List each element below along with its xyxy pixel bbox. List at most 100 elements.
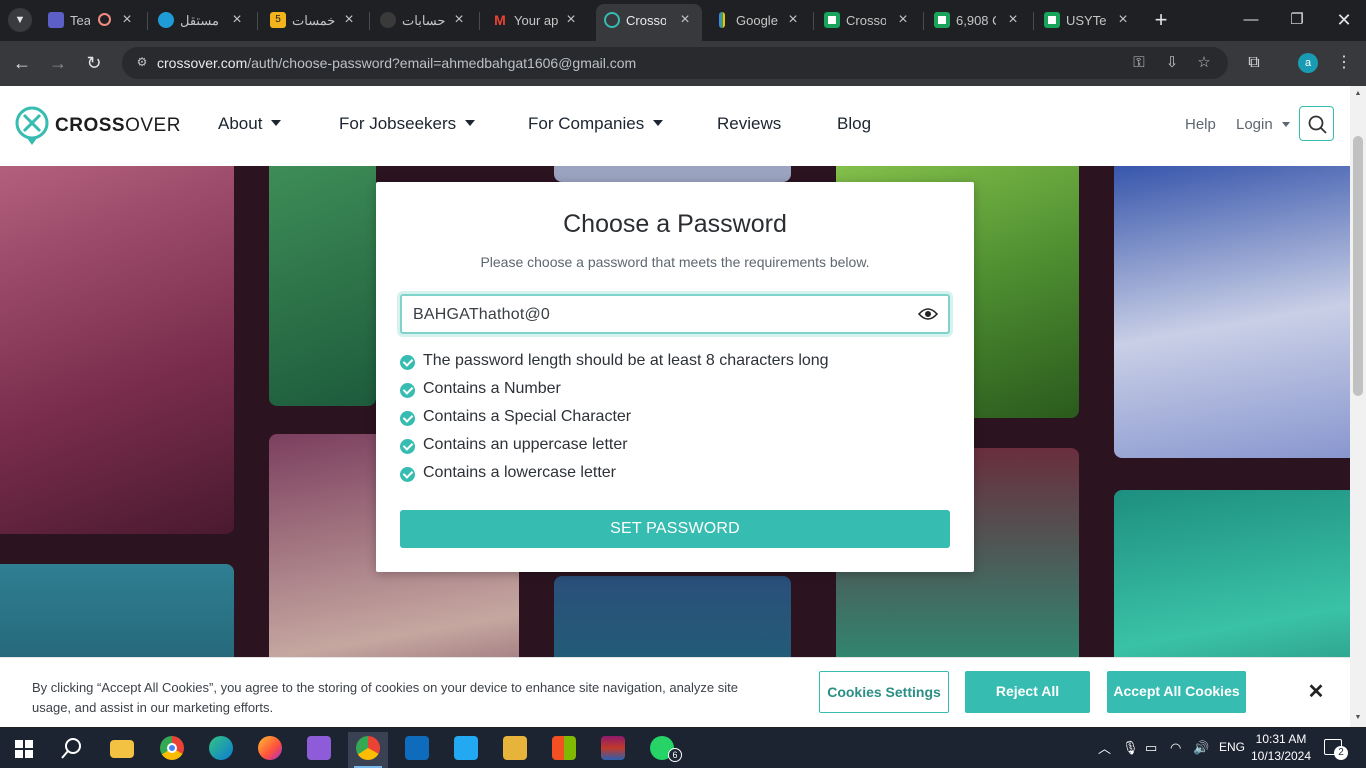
crossover-logo-icon[interactable] (14, 105, 50, 147)
tab-gmail[interactable]: M Your ap × (484, 4, 588, 37)
page-title: Choose a Password (563, 210, 787, 238)
search-icon[interactable] (61, 737, 83, 759)
notification-count: 2 (1334, 746, 1348, 760)
extensions-icon[interactable]: ⧉ (1243, 52, 1265, 74)
nav-about[interactable]: About (218, 114, 282, 134)
close-tab-icon[interactable]: × (1114, 11, 1132, 29)
close-tab-icon[interactable]: × (340, 11, 358, 29)
firefox-icon[interactable] (250, 732, 290, 768)
scroll-down-icon[interactable]: ▼ (1354, 714, 1362, 722)
nav-reviews[interactable]: Reviews (717, 114, 781, 134)
whatsapp-icon[interactable]: 6 (642, 732, 682, 768)
caret-down-icon (465, 120, 476, 126)
scroll-up-icon[interactable]: ▲ (1354, 90, 1362, 98)
close-window-button[interactable]: ✕ (1332, 8, 1356, 32)
show-password-eye-icon[interactable] (918, 306, 938, 322)
wifi-icon[interactable]: ◠ (1170, 740, 1181, 756)
tab-accounts[interactable]: حسابات × (372, 4, 476, 37)
edge-icon[interactable] (201, 732, 241, 768)
close-tab-icon[interactable]: × (450, 11, 468, 29)
volume-icon[interactable]: 🔊 (1193, 740, 1209, 756)
close-tab-icon[interactable]: × (118, 11, 136, 29)
gmail-icon: M (494, 12, 506, 28)
accept-all-cookies-button[interactable]: Accept All Cookies (1107, 671, 1246, 713)
close-tab-icon[interactable]: × (784, 11, 802, 29)
caret-down-icon (653, 120, 664, 126)
check-circle-icon (400, 467, 415, 482)
windows-taskbar: 6 ︿ 🎙 ▭ ◠ 🔊 ENG 10:31 AM 10/13/2024 2 (0, 728, 1366, 768)
address-bar[interactable]: ⚙ crossover.com/auth/choose-password?ema… (122, 47, 1228, 79)
password-input[interactable]: BAHGAThathot@0 (400, 294, 950, 334)
close-tab-icon[interactable]: × (562, 11, 580, 29)
language-indicator[interactable]: ENG (1219, 740, 1245, 754)
tab-mostaql[interactable]: مستقل × (150, 4, 254, 37)
site-info-icon[interactable]: ⚙ (134, 55, 150, 71)
logo-wordmark[interactable]: CROSSOVER (55, 115, 181, 137)
tab-usytec[interactable]: USYTec × (1036, 4, 1140, 37)
browser-tab-strip: ▼ Teams × مستقل × 5 خمسات × حسابات × M Y… (0, 0, 1366, 41)
reload-icon[interactable]: ↻ (82, 51, 106, 75)
windows-start-icon[interactable] (15, 740, 33, 758)
reject-all-button[interactable]: Reject All (965, 671, 1090, 713)
password-value[interactable]: BAHGAThathot@0 (413, 306, 550, 324)
chrome-profile-icon[interactable] (348, 732, 388, 768)
url-text[interactable]: crossover.com/auth/choose-password?email… (157, 55, 636, 71)
help-link[interactable]: Help (1185, 116, 1216, 133)
close-tab-icon[interactable]: × (894, 11, 912, 29)
cookie-consent-banner: By clicking “Accept All Cookies”, you ag… (0, 657, 1350, 727)
password-key-icon[interactable]: ⚿ (1130, 54, 1148, 72)
nav-companies[interactable]: For Companies (528, 114, 664, 134)
visual-studio-icon[interactable] (299, 732, 339, 768)
file-explorer-icon[interactable] (102, 732, 142, 768)
paint-tool-icon[interactable] (495, 732, 535, 768)
nav-blog[interactable]: Blog (837, 114, 871, 134)
password-requirements: The password length should be at least 8… (400, 350, 950, 490)
close-icon[interactable]: ✕ (1306, 682, 1326, 702)
set-password-button[interactable]: SET PASSWORD (400, 510, 950, 548)
tab-search-icon[interactable]: ▼ (8, 8, 32, 32)
tab-separator (479, 12, 480, 30)
check-circle-icon (400, 355, 415, 370)
profile-avatar[interactable]: a (1298, 53, 1318, 73)
cookies-settings-button[interactable]: Cookies Settings (819, 671, 949, 713)
back-arrow-icon[interactable]: ← (10, 51, 34, 75)
minimize-button[interactable]: — (1239, 8, 1263, 32)
jobs-icon (934, 12, 950, 28)
scroll-thumb[interactable] (1353, 136, 1363, 396)
tab-teams[interactable]: Teams × (40, 4, 144, 37)
requirement-item: The password length should be at least 8… (400, 350, 950, 378)
tab-crossover-active[interactable]: Crossover × (596, 4, 702, 41)
vscode-icon[interactable] (446, 732, 486, 768)
teams-icon (48, 12, 64, 28)
nav-jobseekers[interactable]: For Jobseekers (339, 114, 476, 134)
login-menu[interactable]: Login (1236, 116, 1290, 133)
tab-crossover-2[interactable]: Crossover × (816, 4, 920, 37)
browser-menu-icon[interactable]: ⋮ (1333, 52, 1355, 74)
tray-chevron-up-icon[interactable]: ︿ (1098, 738, 1111, 757)
tab-separator (923, 12, 924, 30)
notifications-icon[interactable]: 2 (1324, 739, 1348, 760)
winrar-icon[interactable] (593, 732, 633, 768)
chrome-icon[interactable] (152, 732, 192, 768)
tab-khamsat[interactable]: 5 خمسات × (262, 4, 366, 37)
collage-photo (554, 166, 791, 182)
close-tab-icon[interactable]: × (676, 11, 694, 29)
tab-google[interactable]: Google × (706, 4, 810, 37)
search-icon (1308, 115, 1327, 134)
search-button[interactable] (1299, 106, 1334, 141)
bookmark-star-icon[interactable]: ☆ (1195, 54, 1213, 72)
microsoft-store-icon[interactable] (544, 732, 584, 768)
close-tab-icon[interactable]: × (1004, 11, 1022, 29)
tab-jobs-count[interactable]: 6,908 C × (926, 4, 1030, 37)
outlook-icon[interactable] (397, 732, 437, 768)
new-tab-button[interactable]: + (1150, 9, 1172, 31)
browser-toolbar: ← → ↻ ⚙ crossover.com/auth/choose-passwo… (0, 41, 1366, 86)
battery-icon[interactable]: ▭ (1145, 740, 1157, 756)
restore-button[interactable]: ❐ (1285, 8, 1309, 32)
install-app-icon[interactable]: ⇩ (1163, 54, 1181, 72)
clock[interactable]: 10:31 AM 10/13/2024 (1250, 731, 1312, 765)
close-tab-icon[interactable]: × (228, 11, 246, 29)
microphone-icon[interactable]: 🎙 (1122, 740, 1139, 756)
page-scrollbar[interactable]: ▲ ▼ (1350, 86, 1366, 727)
forward-arrow-icon[interactable]: → (46, 51, 70, 75)
